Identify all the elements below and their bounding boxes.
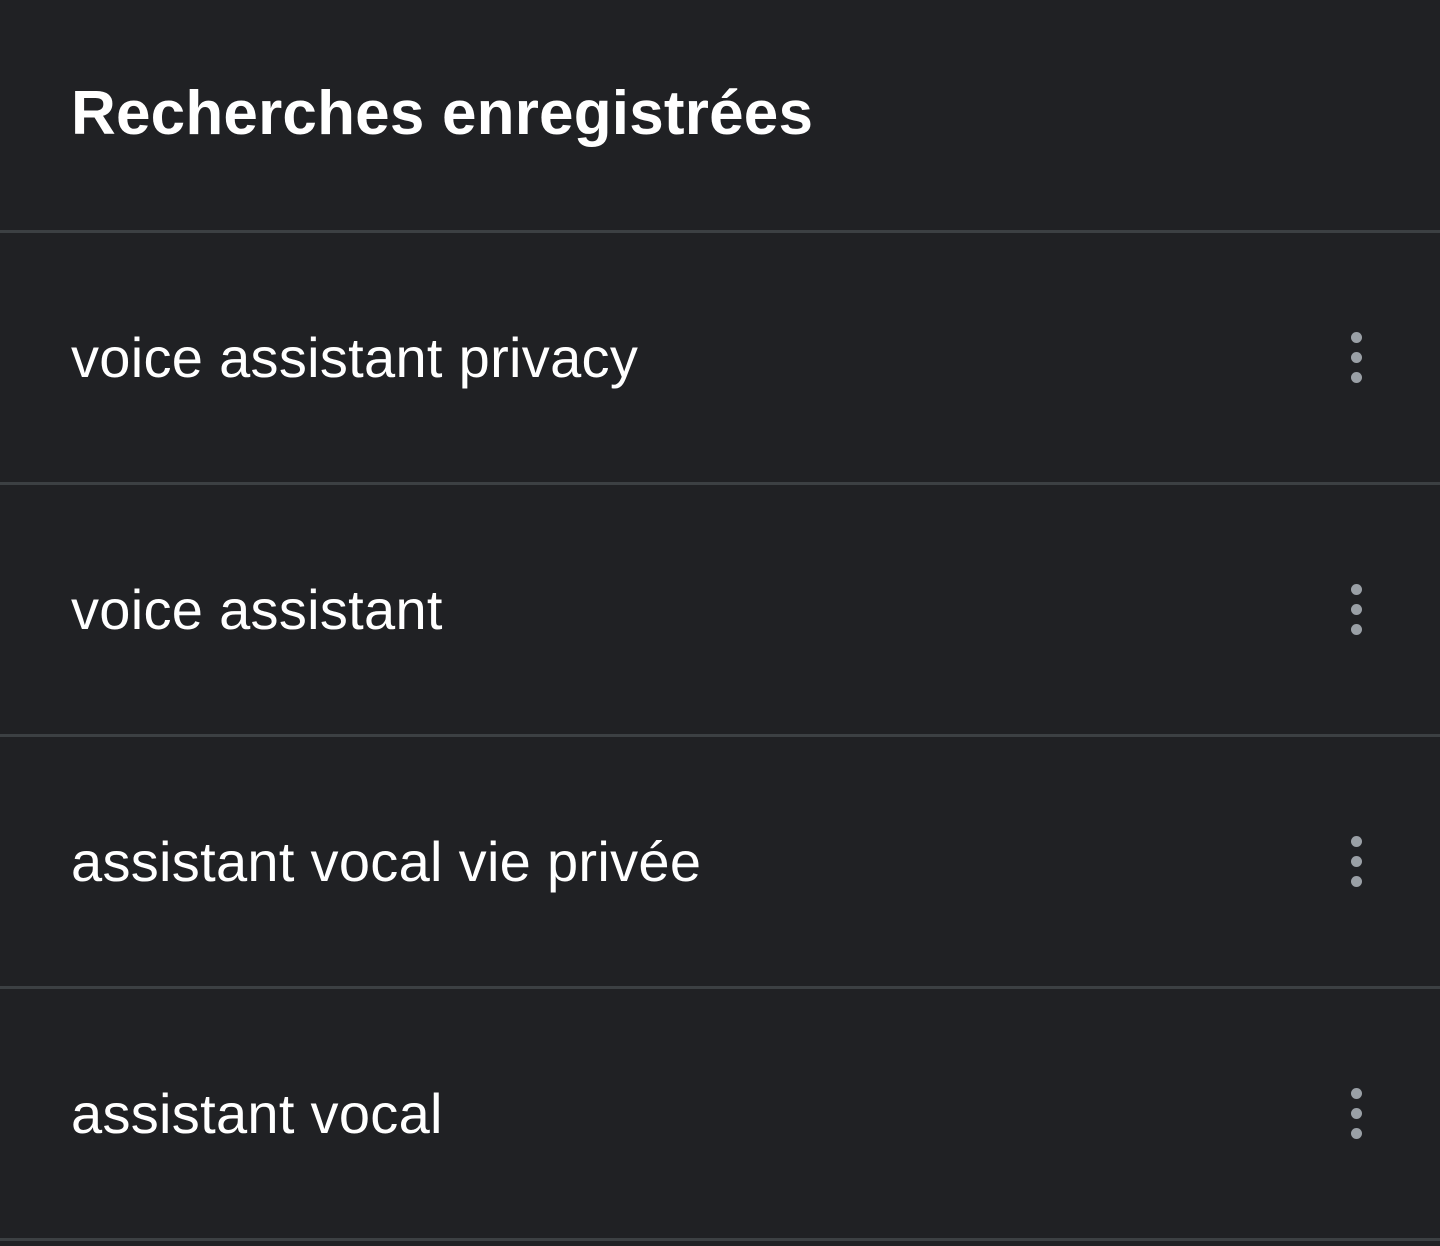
saved-search-label[interactable]: assistant vocal <box>71 1081 443 1146</box>
more-vert-icon <box>1350 584 1362 595</box>
page-title: Recherches enregistrées <box>71 78 814 148</box>
more-vert-icon <box>1350 1088 1362 1099</box>
more-options-button[interactable] <box>1328 318 1384 398</box>
more-options-button[interactable] <box>1328 570 1384 650</box>
saved-searches-list: voice assistant privacy voice assistant … <box>0 233 1440 1241</box>
more-vert-icon <box>1350 1108 1362 1119</box>
more-options-button[interactable] <box>1328 822 1384 902</box>
list-item-saved-search[interactable]: voice assistant <box>0 485 1440 737</box>
panel-header: Recherches enregistrées <box>0 0 1440 233</box>
saved-search-label[interactable]: voice assistant <box>71 577 443 642</box>
more-options-button[interactable] <box>1328 1074 1384 1154</box>
list-item-saved-search[interactable]: assistant vocal vie privée <box>0 737 1440 989</box>
more-vert-icon <box>1350 624 1362 635</box>
list-item-saved-search[interactable]: assistant vocal <box>0 989 1440 1241</box>
more-vert-icon <box>1350 372 1362 383</box>
more-vert-icon <box>1350 332 1362 343</box>
more-vert-icon <box>1350 352 1362 363</box>
saved-search-label[interactable]: voice assistant privacy <box>71 325 638 390</box>
more-vert-icon <box>1350 604 1362 615</box>
more-vert-icon <box>1350 836 1362 847</box>
list-item-saved-search[interactable]: voice assistant privacy <box>0 233 1440 485</box>
more-vert-icon <box>1350 1128 1362 1139</box>
more-vert-icon <box>1350 876 1362 887</box>
saved-searches-panel: Recherches enregistrées voice assistant … <box>0 0 1440 1246</box>
saved-search-label[interactable]: assistant vocal vie privée <box>71 829 701 894</box>
more-vert-icon <box>1350 856 1362 867</box>
